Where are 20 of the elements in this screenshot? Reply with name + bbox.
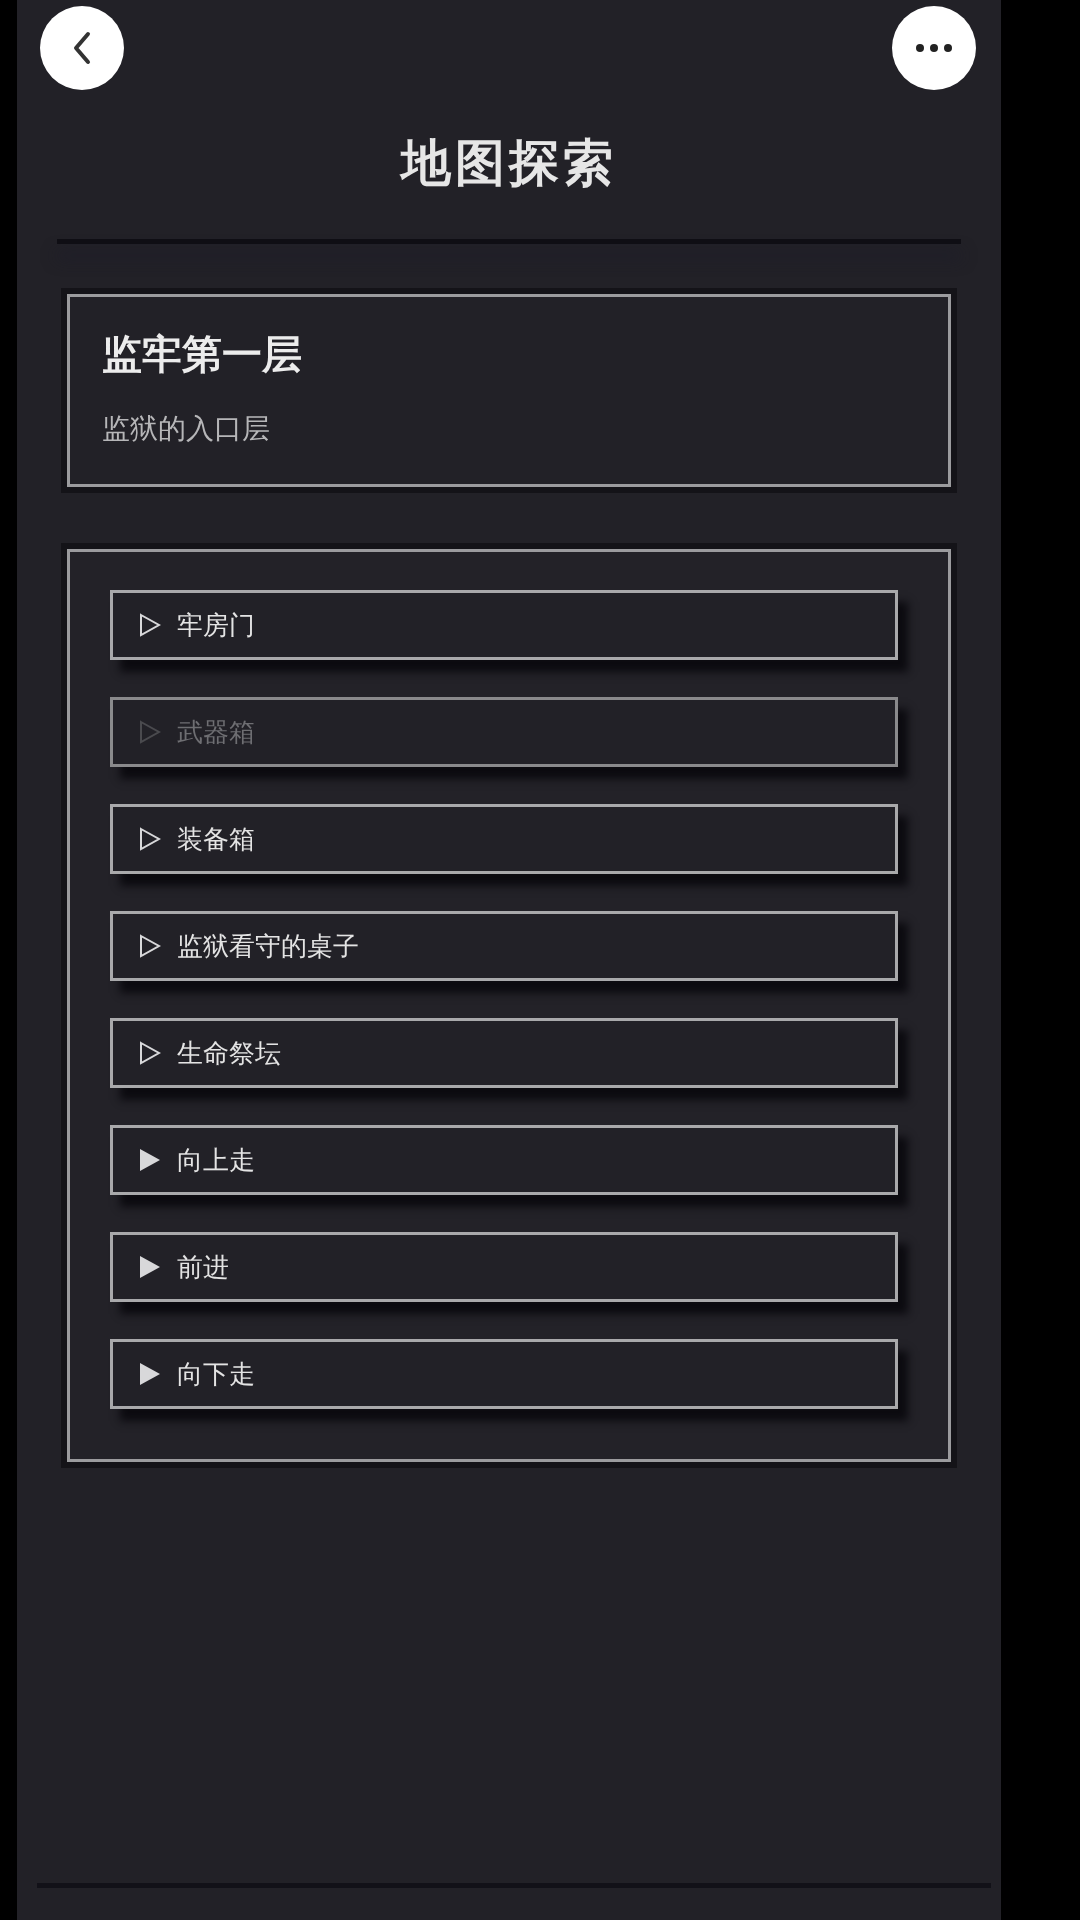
action-button[interactable]: 向下走 xyxy=(110,1339,898,1409)
play-outline-icon xyxy=(139,934,161,958)
play-outline-icon xyxy=(139,827,161,851)
more-icon xyxy=(916,44,952,52)
back-icon xyxy=(72,31,92,65)
location-name: 监牢第一层 xyxy=(102,330,303,379)
play-icon xyxy=(139,1255,161,1279)
page-title: 地图探索 xyxy=(401,133,617,194)
action-button[interactable]: 生命祭坛 xyxy=(110,1018,898,1088)
play-icon xyxy=(139,1148,161,1172)
action-button[interactable]: 前进 xyxy=(110,1232,898,1302)
action-button[interactable]: 监狱看守的桌子 xyxy=(110,911,898,981)
action-button[interactable]: 装备箱 xyxy=(110,804,898,874)
play-outline-icon xyxy=(139,720,161,744)
action-button[interactable]: 牢房门 xyxy=(110,590,898,660)
location-description: 监狱的入口层 xyxy=(102,411,271,447)
play-outline-icon xyxy=(139,613,161,637)
play-outline-icon xyxy=(139,1041,161,1065)
play-icon xyxy=(139,1362,161,1386)
action-button[interactable]: 向上走 xyxy=(110,1125,898,1195)
